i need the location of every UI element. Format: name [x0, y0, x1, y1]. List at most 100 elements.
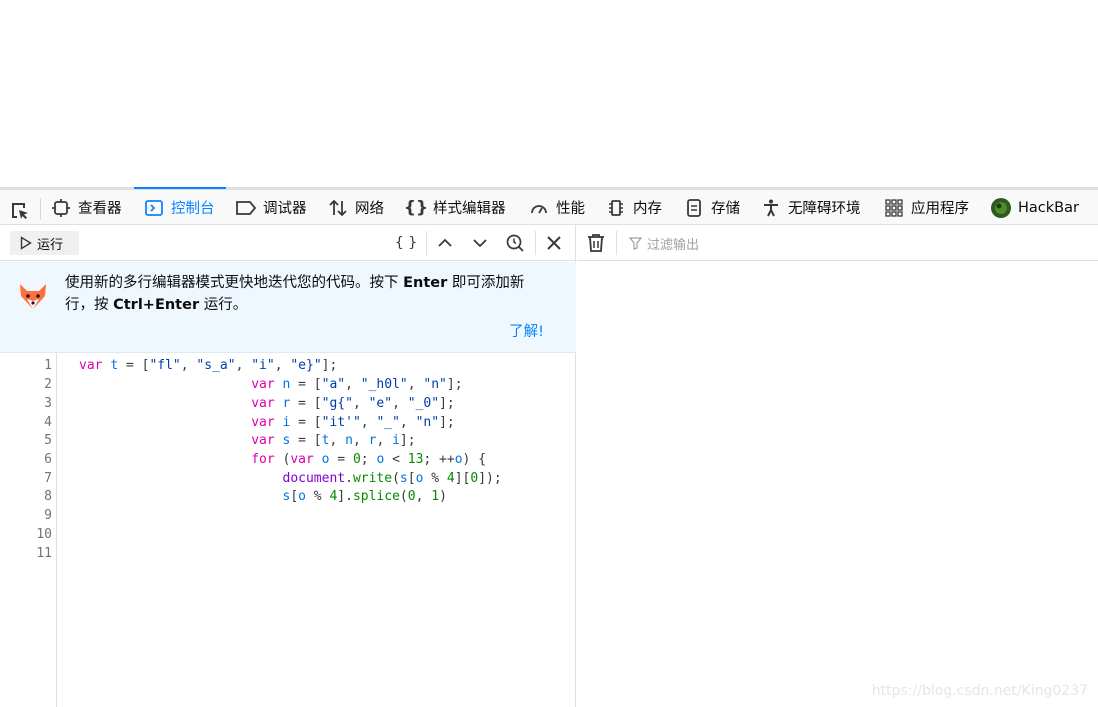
line-number: 5 — [44, 433, 52, 448]
ctrl-enter-key-label: Ctrl+Enter — [113, 297, 200, 313]
web-page-viewport — [0, 0, 1098, 187]
line-number: 1 — [44, 358, 52, 373]
code-token: ]; — [399, 433, 416, 448]
trash-icon[interactable] — [585, 232, 607, 258]
accessibility-icon — [760, 197, 782, 219]
code-token: ; ++ — [423, 452, 455, 467]
code-token: o — [454, 452, 463, 467]
notice-text: 运行。 — [199, 297, 248, 313]
pretty-print-button[interactable]: { } — [394, 231, 418, 255]
code-token: o — [298, 489, 306, 504]
tab-storage[interactable]: 存储 — [683, 190, 740, 225]
code-token: % — [423, 471, 447, 486]
history-up-icon[interactable] — [433, 231, 457, 255]
code-token: . — [345, 471, 353, 486]
output-toolbar: 过滤输出 — [577, 225, 1098, 261]
filter-icon — [629, 237, 642, 250]
code-token: < — [384, 452, 408, 467]
selected-tab-indicator — [134, 187, 226, 189]
toolbar-separator — [40, 198, 41, 220]
history-down-icon[interactable] — [468, 231, 492, 255]
line-number: 9 — [44, 508, 52, 523]
code-token: 4 — [446, 471, 455, 486]
tab-hackbar[interactable]: HackBar — [990, 190, 1079, 225]
code-token: ][ — [454, 471, 471, 486]
tab-application[interactable]: 应用程序 — [883, 190, 969, 225]
code-token: ( — [399, 489, 408, 504]
notice-text: 使用新的多行编辑器模式更快地迭代您的代码。按下 — [65, 275, 404, 291]
line-number: 8 — [44, 489, 52, 504]
tab-label: 无障碍环境 — [788, 201, 861, 217]
line-number: 2 — [44, 377, 52, 392]
code-token: document — [282, 471, 346, 486]
code-token: t — [110, 358, 119, 373]
devtools-toolbar: 查看器 控制台 调试器 网络 {} 样式编辑器 性能 内存 存储 无障碍环境 应… — [0, 187, 1098, 225]
tab-network[interactable]: 网络 — [327, 190, 384, 225]
line-number: 11 — [36, 546, 52, 561]
code-token: ) — [439, 489, 447, 504]
filter-output-input[interactable]: 过滤输出 — [629, 234, 699, 253]
code-token: ]. — [337, 489, 353, 504]
tab-label: 存储 — [711, 201, 740, 217]
code-token: = [ — [290, 415, 322, 430]
inspector-icon — [50, 197, 72, 219]
code-token: 1 — [431, 489, 440, 504]
code-token: % — [305, 489, 330, 504]
learn-more-link[interactable]: 了解! — [509, 320, 544, 341]
tab-style-editor[interactable]: {} 样式编辑器 — [404, 190, 506, 225]
code-token: var — [79, 358, 103, 373]
code-token: "it'" — [321, 415, 361, 430]
code-token: , — [345, 377, 361, 392]
tab-debugger[interactable]: 调试器 — [235, 190, 307, 225]
code-token: , — [376, 433, 393, 448]
code-token: [ — [407, 471, 416, 486]
code-token: , — [274, 358, 291, 373]
code-token: s — [399, 471, 408, 486]
tab-label: 样式编辑器 — [433, 201, 506, 217]
tab-accessibility[interactable]: 无障碍环境 — [760, 190, 861, 225]
element-picker-icon[interactable] — [8, 199, 32, 223]
close-editor-icon[interactable] — [542, 231, 566, 255]
application-icon — [883, 197, 905, 219]
tab-label: 控制台 — [171, 201, 215, 217]
network-icon — [327, 197, 349, 219]
tab-label: 网络 — [355, 201, 384, 217]
memory-icon — [605, 197, 627, 219]
code-token: = [ — [290, 377, 322, 392]
code-token: ]; — [439, 396, 455, 411]
code-token: var — [290, 452, 314, 467]
code-line: var n = ["a", "_h0l", "n"]; — [79, 377, 462, 392]
tab-performance[interactable]: 性能 — [528, 190, 585, 225]
code-token: "_0" — [407, 396, 440, 411]
tab-memory[interactable]: 内存 — [605, 190, 662, 225]
tab-label: 性能 — [556, 201, 585, 217]
code-token: ( — [392, 471, 400, 486]
code-token: , — [415, 489, 432, 504]
code-line: document.write(s[o % 4][0]); — [79, 471, 502, 486]
tab-label: 查看器 — [78, 201, 122, 217]
code-token: ) { — [462, 452, 487, 467]
enter-key-label: Enter — [403, 275, 448, 291]
code-token: , — [392, 396, 408, 411]
code-token: ]; — [321, 358, 338, 373]
editor-mode-notice: 使用新的多行编辑器模式更快地迭代您的代码。按下 Enter 即可添加新行，按 C… — [0, 262, 576, 353]
code-line: var r = ["g{", "e", "_0"]; — [79, 396, 455, 411]
code-token: , — [352, 433, 369, 448]
reverse-search-icon[interactable] — [503, 231, 527, 255]
code-token: splice — [352, 489, 400, 504]
tab-inspector[interactable]: 查看器 — [50, 190, 122, 225]
code-editor[interactable]: 1 2 3 4 5 6 7 8 9 10 11 var t = ["fl", "… — [0, 353, 576, 707]
code-line: for (var o = 0; o < 13; ++o) { — [79, 452, 486, 467]
code-token: "g{" — [321, 396, 353, 411]
code-token: , — [352, 396, 369, 411]
line-number: 3 — [44, 396, 52, 411]
notice-message: 使用新的多行编辑器模式更快地迭代您的代码。按下 Enter 即可添加新行，按 C… — [65, 272, 545, 316]
code-token: write — [352, 471, 393, 486]
run-button[interactable]: 运行 — [10, 231, 79, 255]
tab-label: 应用程序 — [911, 201, 969, 217]
tab-console[interactable]: 控制台 — [143, 190, 215, 225]
code-token: 13 — [407, 452, 424, 467]
